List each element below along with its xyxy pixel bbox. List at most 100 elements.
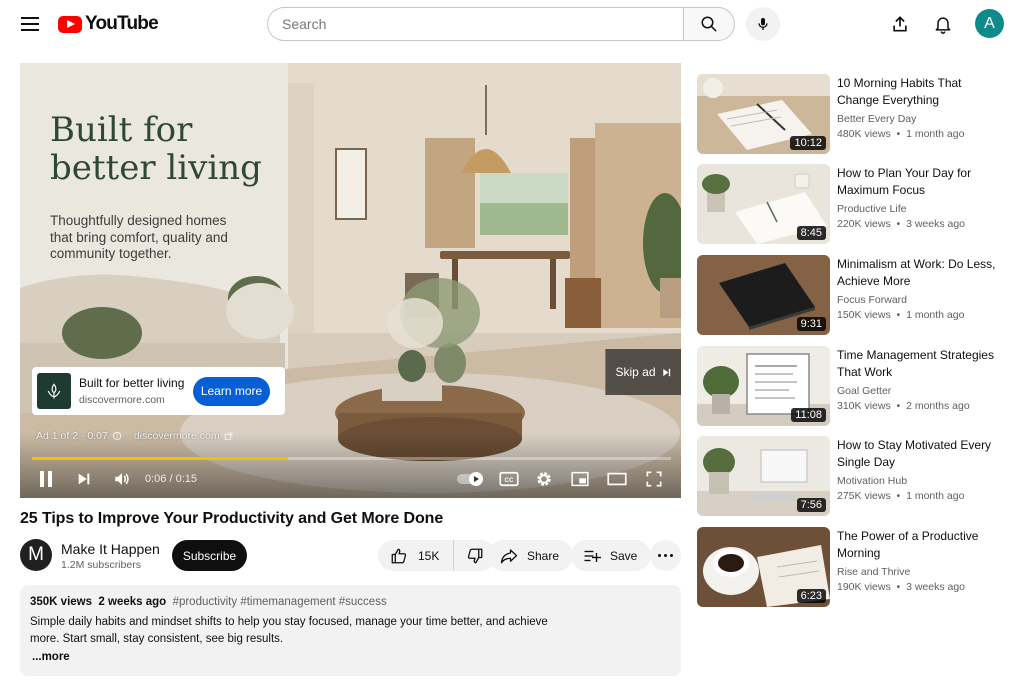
recommended-title[interactable]: Time Management Strategies That Work [837,347,1005,381]
youtube-logo[interactable]: YouTube [58,13,159,35]
next-button[interactable] [72,467,96,491]
autoplay-toggle[interactable] [456,467,484,491]
search-input[interactable] [267,7,683,41]
more-actions-button[interactable] [650,540,681,571]
subscribe-button[interactable]: Subscribe [172,540,247,571]
recommended-channel[interactable]: Goal Getter [837,385,891,397]
recommended-age: 3 weeks ago [906,581,966,593]
video-player[interactable]: Built for better living Thoughtfully des… [20,63,681,498]
pause-icon [40,471,52,487]
pause-button[interactable] [34,467,58,491]
share-button[interactable]: Share [488,540,574,571]
autoplay-toggle-icon [457,472,483,486]
search-button[interactable] [683,7,735,41]
volume-icon [115,473,129,485]
recommended-title[interactable]: 10 Morning Habits That Change Everything [837,75,1005,109]
recommended-video[interactable]: 10:12 10 Morning Habits That Change Ever… [697,74,1007,154]
recommended-video[interactable]: 6:23 The Power of a Productive Morning R… [697,527,1007,607]
hamburger-menu-icon[interactable] [18,12,42,36]
video-title: 25 Tips to Improve Your Productivity and… [20,510,444,527]
recommended-meta: 275K views • 1 month ago [837,490,965,502]
recommended-age: 1 month ago [906,490,965,502]
view-count: 350K views [30,596,93,608]
hashtags[interactable]: #productivity #timemanagement #success [173,596,387,608]
ad-info-card[interactable]: Built for better living discovermore.com… [32,367,285,415]
fullscreen-button[interactable] [642,467,666,491]
notifications-button[interactable] [931,12,955,36]
settings-button[interactable] [532,467,556,491]
learn-more-button[interactable]: Learn more [193,376,270,406]
recommended-title[interactable]: How to Plan Your Day for Maximum Focus [837,165,1005,199]
fullscreen-icon [646,471,662,487]
recommended-channel[interactable]: Rise and Thrive [837,566,910,578]
search-icon [701,16,717,32]
description-box[interactable]: 350K views 2 weeks ago #productivity #ti… [20,585,681,676]
captions-icon: CC [499,471,519,487]
video-duration: 7:56 [796,498,826,512]
miniplayer-button[interactable] [568,467,592,491]
skip-next-icon [662,368,670,376]
playlist-add-icon [584,550,601,562]
bell-icon [935,17,951,34]
upload-age: 2 weeks ago [98,596,167,608]
voice-search-button[interactable] [746,7,780,41]
show-more-link[interactable]: ...more [32,651,70,663]
channel-name[interactable]: Make It Happen [61,541,160,557]
youtube-play-logo-icon [58,15,82,33]
ad-headline: Built for better living [50,110,262,188]
ad-card-domain: discovermore.com [79,394,165,406]
volume-button[interactable] [110,467,134,491]
create-button[interactable] [888,12,912,36]
video-duration: 10:12 [790,136,826,150]
miniplayer-icon [571,471,589,487]
top-bar: YouTube A [0,0,1024,48]
like-dislike-group: 15K [378,540,497,571]
like-count: 15K [418,548,440,563]
recommended-age: 1 month ago [906,309,965,321]
recommended-channel[interactable]: Productive Life [837,203,906,215]
save-button[interactable]: Save [571,540,652,571]
recommended-channel[interactable]: Better Every Day [837,113,916,125]
recommended-meta: 310K views • 2 months ago [837,400,970,412]
video-duration: 11:08 [791,408,826,422]
theater-mode-button[interactable] [605,467,629,491]
recommended-views: 190K views [837,581,891,593]
video-thumbnail[interactable]: 9:31 [697,255,830,335]
recommended-channel[interactable]: Motivation Hub [837,475,907,487]
recommended-views: 150K views [837,309,891,321]
recommended-video[interactable]: 9:31 Minimalism at Work: Do Less, Achiev… [697,255,1007,335]
recommended-views: 275K views [837,490,891,502]
recommended-video[interactable]: 11:08 Time Management Strategies That Wo… [697,346,1007,426]
microphone-icon [758,18,768,30]
progress-bar[interactable] [32,457,671,460]
captions-button[interactable]: CC [497,467,521,491]
video-thumbnail[interactable]: 8:45 [697,164,830,244]
recommended-title[interactable]: Minimalism at Work: Do Less, Achieve Mor… [837,256,1005,290]
description-meta: 350K views 2 weeks ago #productivity #ti… [30,596,387,608]
ad-card-title: Built for better living [79,376,185,390]
recommended-channel[interactable]: Focus Forward [837,294,907,306]
video-thumbnail[interactable]: 6:23 [697,527,830,607]
video-thumbnail[interactable]: 10:12 [697,74,830,154]
recommended-title[interactable]: The Power of a Productive Morning [837,528,1005,562]
recommended-meta: 480K views • 1 month ago [837,128,965,140]
save-label: Save [610,548,638,563]
video-thumbnail[interactable]: 7:56 [697,436,830,516]
video-thumbnail[interactable]: 11:08 [697,346,830,426]
recommended-title[interactable]: How to Stay Motivated Every Single Day [837,437,1005,471]
video-duration: 6:23 [796,589,826,603]
skip-ad-button[interactable]: Skip ad [605,349,681,395]
ad-subtext: Thoughtfully designed homes that bring c… [50,213,228,261]
recommended-age: 1 month ago [906,128,965,140]
skip-ad-label: Skip ad [615,365,656,379]
channel-avatar[interactable]: M [20,539,52,571]
thumbs-down-icon [468,548,483,563]
thumbs-up-icon [391,548,407,563]
account-avatar[interactable]: A [975,9,1004,38]
recommended-video[interactable]: 7:56 How to Stay Motivated Every Single … [697,436,1007,516]
recommended-views: 310K views [837,400,891,412]
recommended-meta: 220K views • 3 weeks ago [837,218,966,230]
recommended-video[interactable]: 8:45 How to Plan Your Day for Maximum Fo… [697,164,1007,244]
recommended-age: 2 months ago [906,400,970,412]
like-button[interactable]: 15K [378,540,455,571]
